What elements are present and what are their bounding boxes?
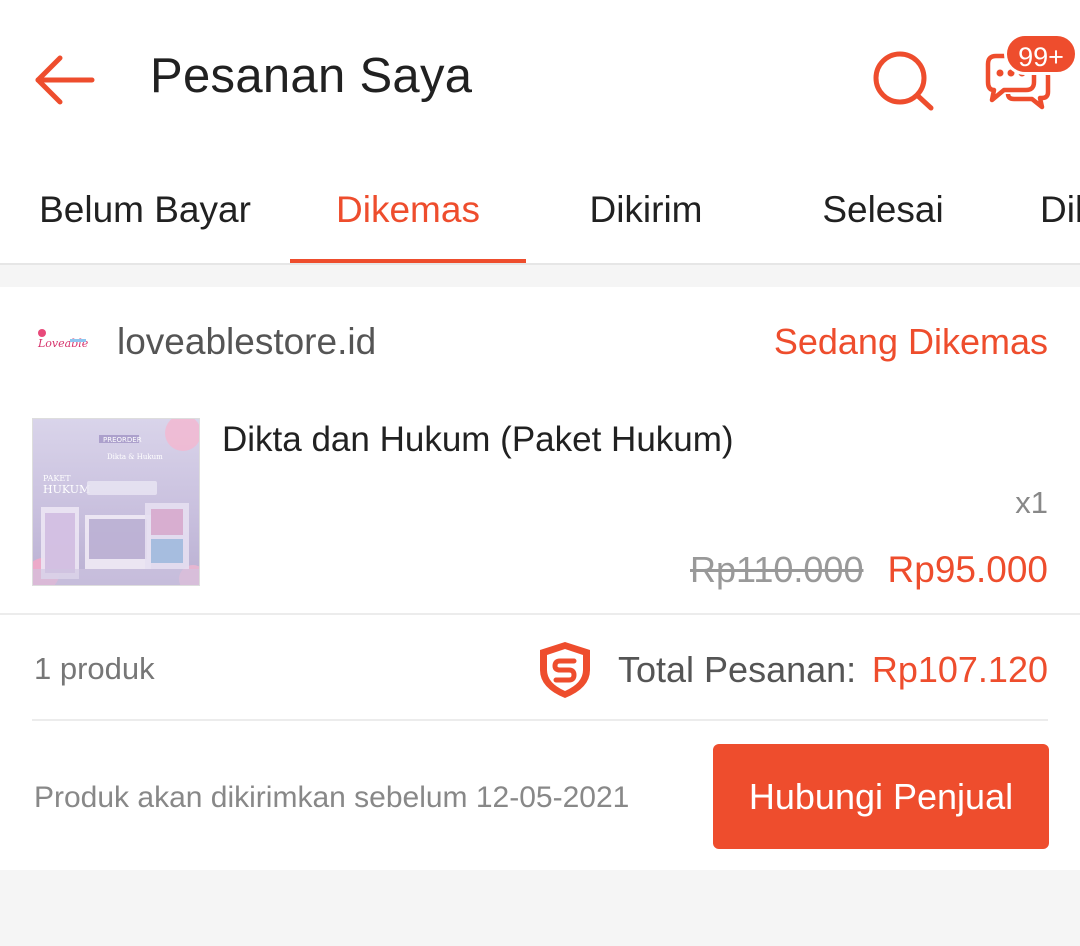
shop-logo: Loveable — [34, 317, 94, 363]
product-thumbnail[interactable]: PREORDER Dikta & Hukum PAKET HUKUM — [32, 418, 200, 586]
app-header: Pesanan Saya 99+ — [0, 0, 1080, 160]
original-price: Rp110.000 — [690, 549, 864, 590]
product-quantity: x1 — [1015, 485, 1048, 520]
search-button[interactable] — [868, 48, 938, 114]
order-card[interactable]: Loveable loveablestore.id Sedang Dikemas… — [0, 287, 1080, 870]
tab-dibatalkan[interactable]: Dibatalkan — [1040, 160, 1080, 263]
svg-text:Loveable: Loveable — [37, 337, 89, 350]
divider — [0, 613, 1080, 615]
delivery-deadline-note: Produk akan dikirimkan sebelum 12-05-202… — [34, 781, 630, 814]
tabs-divider — [0, 263, 1080, 265]
svg-text:Dikta & Hukum: Dikta & Hukum — [107, 453, 163, 461]
product-name[interactable]: Dikta dan Hukum (Paket Hukum) — [222, 420, 734, 460]
item-count: 1 produk — [34, 651, 155, 686]
svg-text:PREORDER: PREORDER — [103, 436, 142, 444]
order-total-label: Total Pesanan: — [618, 649, 857, 690]
order-total-value: Rp107.120 — [871, 649, 1048, 690]
discounted-price: Rp95.000 — [887, 549, 1048, 590]
svg-text:PAKET: PAKET — [43, 474, 71, 483]
order-status-tabs: Belum Bayar Dikemas Dikirim Selesai Diba… — [0, 160, 1080, 263]
tab-selesai[interactable]: Selesai — [766, 160, 1000, 263]
shopee-shield-icon — [536, 640, 594, 700]
shop-name[interactable]: loveablestore.id — [117, 321, 376, 363]
arrow-left-icon — [35, 55, 95, 105]
tab-belum-bayar[interactable]: Belum Bayar — [0, 160, 290, 263]
tab-dikemas[interactable]: Dikemas — [290, 160, 526, 263]
page-title: Pesanan Saya — [150, 49, 473, 103]
divider — [32, 719, 1048, 721]
tab-dikirim[interactable]: Dikirim — [526, 160, 766, 263]
chat-unread-badge: 99+ — [1004, 33, 1078, 75]
order-status-label: Sedang Dikemas — [773, 321, 1048, 362]
contact-seller-button[interactable]: Hubungi Penjual — [713, 744, 1049, 849]
svg-text:HUKUM: HUKUM — [43, 483, 90, 496]
back-button[interactable] — [30, 48, 100, 112]
search-icon — [873, 51, 934, 111]
